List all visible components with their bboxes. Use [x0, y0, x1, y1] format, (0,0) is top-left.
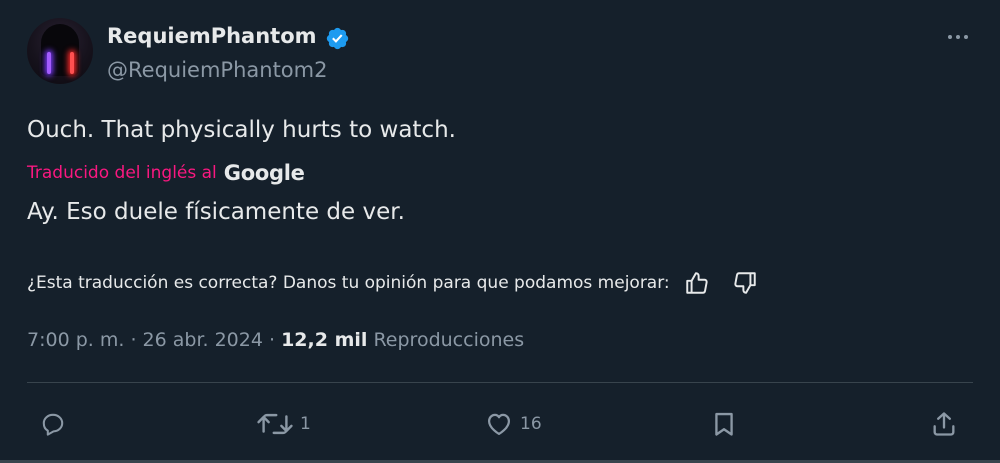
avatar-red-saber [70, 52, 74, 74]
bookmark-icon [715, 412, 733, 436]
like-button[interactable]: 16 [484, 407, 542, 441]
translation-label[interactable]: Traducido del inglés al [27, 163, 217, 183]
feedback-question: ¿Esta traducción es correcta? Danos tu o… [27, 273, 670, 293]
bookmark-button[interactable] [710, 407, 744, 441]
share-icon [933, 412, 955, 436]
tweet-card: RequiemPhantom @RequiemPhantom2 Ouch. Th… [0, 0, 1000, 463]
retweet-count: 1 [300, 414, 311, 434]
tweet-date[interactable]: 26 abr. 2024 [143, 329, 263, 351]
share-button[interactable] [930, 407, 964, 441]
like-count: 16 [520, 414, 542, 434]
views-label: Reproducciones [373, 329, 525, 351]
verified-badge-icon[interactable] [325, 26, 350, 51]
avatar-purple-saber [47, 52, 51, 74]
retweet-icon [257, 413, 293, 435]
tweet-original-text: Ouch. That physically hurts to watch. [27, 117, 456, 143]
author-handle[interactable]: @RequiemPhantom2 [107, 58, 327, 82]
avatar[interactable] [27, 18, 93, 84]
author-display-name[interactable]: RequiemPhantom [107, 24, 317, 48]
retweet-button[interactable]: 1 [256, 407, 311, 441]
heart-icon [487, 413, 511, 436]
meta-separator: · [262, 329, 282, 351]
google-logo: Google [223, 161, 305, 185]
thumbs-down-icon[interactable] [732, 270, 758, 296]
tweet-translated-text: Ay. Eso duele físicamente de ver. [27, 199, 405, 225]
tweet-metadata: 7:00 p. m. · 26 abr. 2024 · 12,2 mil Rep… [27, 329, 524, 351]
more-options-icon[interactable] [940, 26, 976, 48]
views-count: 12,2 mil [281, 329, 368, 351]
thumbs-up-icon[interactable] [684, 270, 710, 296]
divider [27, 382, 973, 383]
meta-separator: · [124, 329, 143, 351]
reply-icon [42, 413, 64, 436]
translation-attribution: Traducido del inglés al Google [27, 160, 305, 186]
translation-feedback: ¿Esta traducción es correcta? Danos tu o… [27, 270, 758, 296]
tweet-time[interactable]: 7:00 p. m. [27, 329, 124, 351]
reply-button[interactable] [40, 407, 72, 441]
